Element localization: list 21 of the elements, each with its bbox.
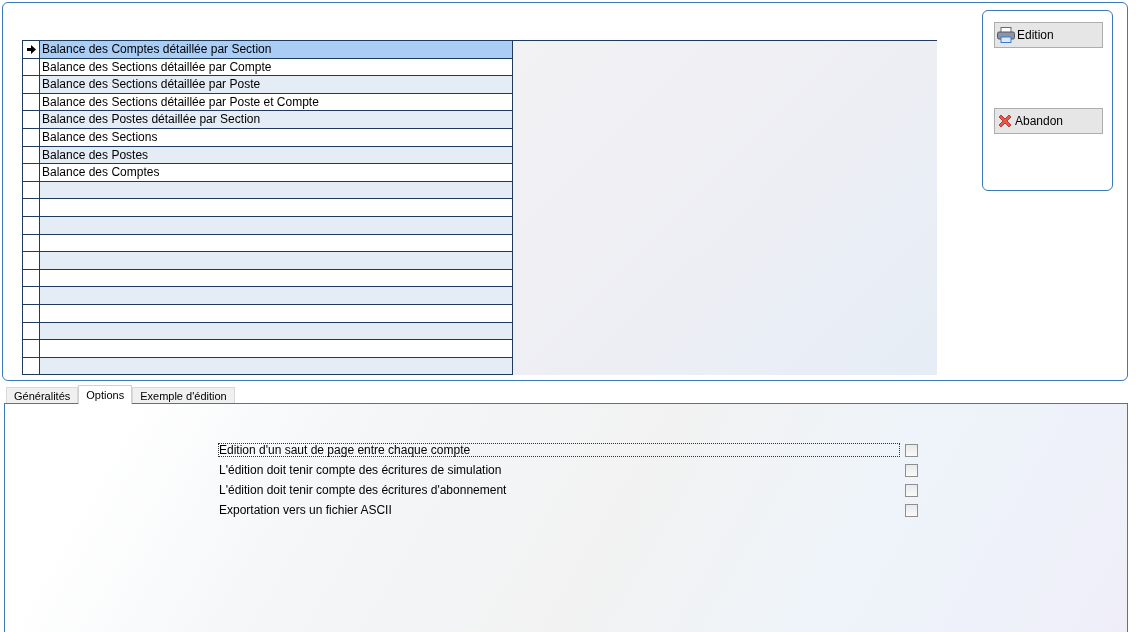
- checkbox[interactable]: [905, 443, 918, 457]
- print-button[interactable]: Edition: [994, 22, 1103, 48]
- option-label: L'édition doit tenir compte des écritures d'abonnement: [218, 483, 508, 497]
- option-label: Exportation vers un fichier ASCII: [218, 503, 393, 517]
- report-item[interactable]: Balance des Sections détaillée par Compte: [40, 58, 512, 76]
- report-item[interactable]: Balance des Comptes: [40, 164, 512, 181]
- close-icon: [997, 113, 1013, 129]
- checkbox[interactable]: [905, 483, 918, 497]
- report-item[interactable]: Balance des Sections: [40, 128, 512, 146]
- arrow-icon: [26, 44, 36, 54]
- checkbox[interactable]: [905, 503, 918, 517]
- option-label: Edition d'un saut de page entre chaque compte: [218, 443, 901, 457]
- tab[interactable]: Options: [78, 385, 133, 404]
- checkbox[interactable]: [905, 463, 918, 477]
- report-item[interactable]: Balance des Sections détaillée par Poste et Compte: [40, 93, 512, 111]
- option-label: L'édition doit tenir compte des écritures de simulation: [218, 463, 503, 477]
- tab[interactable]: Exemple d'édition: [132, 387, 235, 403]
- printer-icon: [997, 27, 1015, 43]
- cancel-button[interactable]: Abandon: [994, 108, 1103, 134]
- tab[interactable]: Généralités: [6, 387, 79, 403]
- report-item[interactable]: Balance des Comptes détaillée par Section: [40, 41, 512, 58]
